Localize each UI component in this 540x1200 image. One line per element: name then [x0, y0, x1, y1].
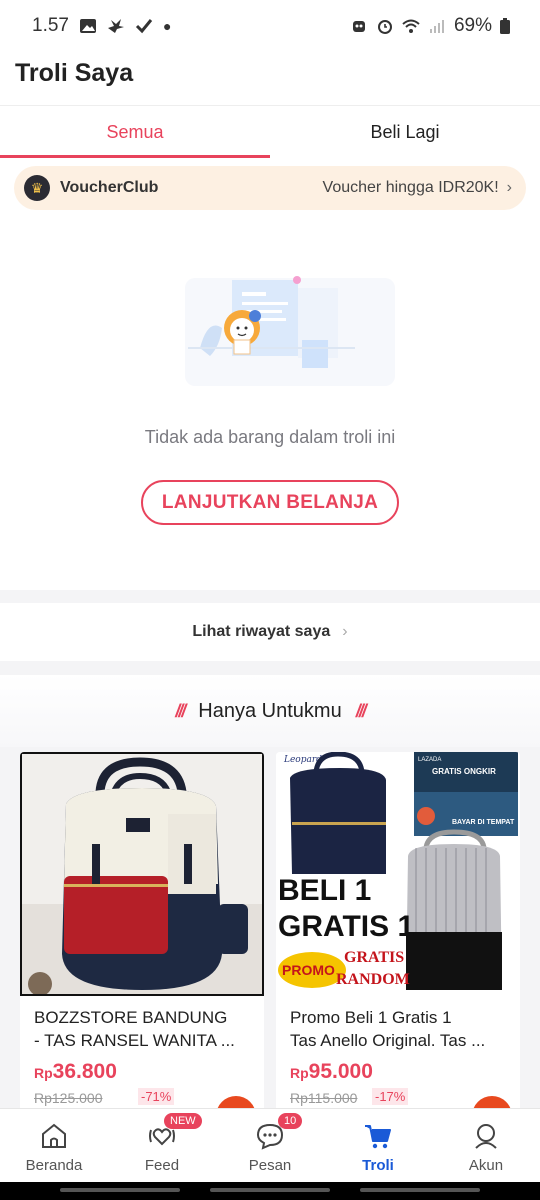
- nav-feed[interactable]: NEW Feed: [108, 1109, 216, 1183]
- tab-semua[interactable]: Semua: [0, 106, 270, 158]
- chevron-right-icon: ›: [506, 179, 512, 196]
- nav-label: Beranda: [25, 1157, 83, 1174]
- new-badge: NEW: [164, 1113, 202, 1129]
- gesture-handle: [60, 1188, 180, 1192]
- empty-cart-illustration: [185, 276, 395, 386]
- price-currency: Rp: [290, 1065, 309, 1081]
- headline-line-1: BELI 1: [278, 874, 371, 907]
- robot-icon: [352, 21, 365, 32]
- for-you-header: /// Hanya Untukmu ///: [0, 675, 540, 747]
- gallery-icon: [79, 19, 96, 33]
- product-image: [20, 752, 264, 996]
- gratis-random-line-2: RANDOM: [336, 971, 410, 988]
- voucher-promo-text: Voucher hingga IDR20K!: [322, 179, 499, 196]
- view-history-label: Lihat riwayat saya: [192, 623, 331, 640]
- lazada-text: LAZADA: [418, 757, 441, 763]
- product-image: Leopard LAZADA GRATIS ONGKIR BAYAR DI TE…: [276, 752, 520, 996]
- headline-line-2: GRATIS 1: [278, 910, 414, 943]
- product-price: Rp36.800: [34, 1060, 117, 1084]
- gesture-handle: [360, 1188, 480, 1192]
- slash-decoration-icon: ///: [175, 700, 186, 721]
- bottom-navigation: Beranda NEW Feed 10 Pesan Troli Akun: [0, 1108, 540, 1182]
- product-name: BOZZSTORE BANDUNG - TAS RANSEL WANITA ..…: [34, 1006, 254, 1052]
- nav-label: Troli: [362, 1157, 394, 1174]
- original-price: Rp125.000: [34, 1090, 103, 1106]
- page-title: Troli Saya: [15, 59, 134, 87]
- battery-level: 69%: [453, 15, 492, 36]
- check-icon: [135, 19, 153, 34]
- tab-beli-lagi[interactable]: Beli Lagi: [270, 106, 540, 158]
- cart-icon: [365, 1125, 391, 1149]
- nav-pesan[interactable]: 10 Pesan: [216, 1109, 324, 1183]
- price-amount: 95.000: [308, 1060, 373, 1083]
- status-bar: 1.57 ● 69%: [0, 0, 540, 52]
- wifi-icon: [402, 19, 420, 33]
- nav-label: Akun: [468, 1157, 504, 1174]
- chevron-right-icon: ›: [342, 623, 348, 640]
- product-card[interactable]: BOZZSTORE BANDUNG - TAS RANSEL WANITA ..…: [20, 752, 264, 1112]
- for-you-title: Hanya Untukmu: [198, 699, 342, 722]
- battery-icon: [500, 18, 510, 34]
- message-count-badge: 10: [278, 1113, 303, 1129]
- nav-beranda[interactable]: Beranda: [0, 1109, 108, 1183]
- home-icon: [42, 1123, 66, 1148]
- continue-shopping-button[interactable]: LANJUTKAN BELANJA: [141, 480, 399, 525]
- nav-troli[interactable]: Troli: [324, 1109, 432, 1183]
- product-name-line: - TAS RANSEL WANITA ...: [34, 1031, 235, 1050]
- product-name-line: Tas Anello Original. Tas ...: [290, 1031, 486, 1050]
- view-history-link[interactable]: Lihat riwayat saya ›: [0, 603, 540, 661]
- cart-tabs: Semua Beli Lagi: [0, 106, 540, 158]
- voucher-club-name: VoucherClub: [60, 179, 159, 196]
- nav-akun[interactable]: Akun: [432, 1109, 540, 1183]
- bayar-di-tempat-text: BAYAR DI TEMPAT: [452, 819, 515, 826]
- app-header: Troli Saya: [0, 52, 540, 106]
- original-price: Rp115.000: [290, 1090, 358, 1106]
- account-icon: [475, 1124, 497, 1149]
- status-time: 1.57: [32, 15, 69, 36]
- cart-screen: 1.57 ● 69% Troli Saya Semua Beli Lagi ♛ …: [0, 0, 540, 1200]
- gratis-ongkir-text: GRATIS ONGKIR: [432, 767, 496, 776]
- alarm-icon: [377, 20, 392, 34]
- product-name: Promo Beli 1 Gratis 1 Tas Anello Origina…: [290, 1006, 510, 1052]
- voucher-club-banner[interactable]: ♛ VoucherClub Voucher hingga IDR20K! ›: [14, 166, 526, 210]
- empty-cart-message: Tidak ada barang dalam troli ini: [144, 427, 396, 447]
- price-amount: 36.800: [52, 1060, 117, 1083]
- crown-icon: ♛: [24, 175, 50, 201]
- price-currency: Rp: [34, 1065, 53, 1081]
- product-name-line: BOZZSTORE BANDUNG: [34, 1008, 228, 1027]
- gesture-bar: [0, 1182, 540, 1200]
- slash-decoration-icon: ///: [355, 700, 367, 721]
- bird-icon: [107, 19, 124, 33]
- product-price: Rp95.000: [290, 1060, 373, 1084]
- dot-icon: ●: [162, 18, 172, 34]
- gesture-handle[interactable]: [210, 1188, 330, 1192]
- product-card[interactable]: Leopard LAZADA GRATIS ONGKIR BAYAR DI TE…: [276, 752, 520, 1112]
- discount-badge: -71%: [138, 1088, 175, 1105]
- signal-icon: [429, 20, 444, 33]
- nav-label: Pesan: [248, 1157, 292, 1174]
- product-name-line: Promo Beli 1 Gratis 1: [290, 1008, 452, 1027]
- gratis-random-line-1: GRATIS: [344, 949, 404, 966]
- nav-label: Feed: [144, 1157, 180, 1174]
- promo-text: PROMO: [282, 962, 335, 978]
- discount-badge: -17%: [372, 1088, 409, 1105]
